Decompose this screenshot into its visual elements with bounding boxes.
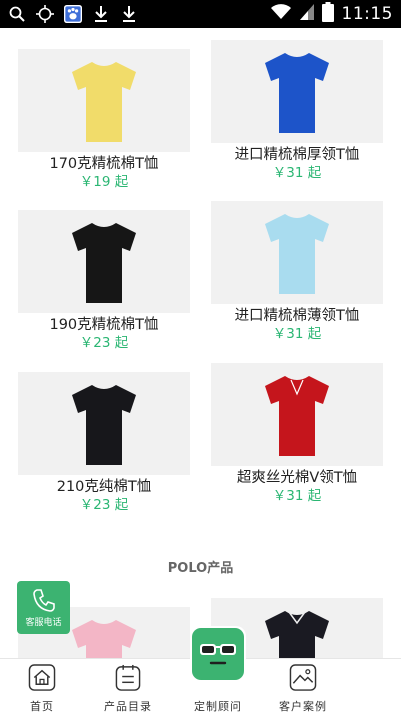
product-name[interactable]: 超爽丝光棉V领T恤 — [211, 469, 383, 487]
paw-app-icon — [64, 5, 82, 23]
product-price: ￥23 起 — [79, 335, 129, 351]
tshirt-icon — [265, 375, 329, 456]
polo-shirt-icon — [72, 619, 136, 658]
product-image[interactable] — [18, 210, 190, 313]
product-price: ￥31 起 — [272, 326, 322, 342]
section-title: POLO产品 — [167, 561, 234, 576]
catalog-icon — [115, 664, 141, 691]
product-card[interactable]: 210克纯棉T恤 ￥23 起 — [18, 372, 190, 514]
nav-cases-label: 客户案例 — [279, 700, 327, 713]
download-icon — [120, 5, 138, 23]
product-card[interactable]: 进口精梳棉薄领T恤 ￥31 起 — [211, 201, 383, 343]
product-price: ￥31 起 — [272, 488, 322, 504]
tshirt-icon — [72, 61, 136, 142]
home-icon — [28, 664, 56, 691]
product-name[interactable]: 210克纯棉T恤 — [18, 478, 190, 496]
product-price: ￥23 起 — [79, 497, 129, 513]
picture-icon — [289, 664, 317, 691]
nav-consultant-label: 定制顾问 — [194, 700, 242, 713]
product-price: ￥31 起 — [272, 165, 322, 181]
phone-icon — [32, 589, 55, 612]
product-name[interactable]: 进口精梳棉薄领T恤 — [211, 307, 383, 325]
download-icon — [92, 5, 110, 23]
product-price: ￥19 起 — [79, 174, 129, 190]
product-name[interactable]: 190克精梳棉T恤 — [18, 316, 190, 334]
search-icon — [8, 5, 26, 23]
status-clock: 11:15 — [341, 4, 393, 24]
product-card[interactable]: 170克精梳棉T恤 ￥19 起 — [18, 49, 190, 191]
signal-icon — [299, 4, 314, 24]
product-image[interactable] — [211, 363, 383, 466]
nav-cases[interactable]: 客户案例 — [263, 659, 343, 714]
battery-icon — [321, 2, 334, 26]
wifi-icon — [270, 4, 292, 24]
gps-icon — [36, 5, 54, 23]
product-card[interactable]: 190克精梳棉T恤 ￥23 起 — [18, 210, 190, 352]
status-bar: 11:15 — [0, 0, 401, 28]
product-image[interactable] — [18, 372, 190, 475]
product-card[interactable]: 进口精梳棉厚领T恤 ￥31 起 — [211, 40, 383, 182]
nav-catalog-label: 产品目录 — [104, 700, 152, 713]
product-image[interactable] — [211, 40, 383, 143]
customer-service-label: 客服电话 — [25, 618, 62, 628]
nav-home-label: 首页 — [30, 700, 54, 713]
nav-home[interactable]: 首页 — [2, 659, 82, 714]
tshirt-icon — [72, 384, 136, 465]
product-image[interactable] — [18, 49, 190, 152]
product-image[interactable] — [211, 201, 383, 304]
custom-consultant-button[interactable] — [190, 626, 246, 682]
customer-service-phone-button[interactable]: 客服电话 — [17, 581, 70, 634]
tshirt-icon — [72, 222, 136, 303]
polo-shirt-icon — [265, 610, 329, 658]
tshirt-icon — [265, 213, 329, 294]
product-card[interactable]: 超爽丝光棉V领T恤 ￥31 起 — [211, 363, 383, 505]
nav-catalog[interactable]: 产品目录 — [88, 659, 168, 714]
product-name[interactable]: 进口精梳棉厚领T恤 — [211, 146, 383, 164]
product-name[interactable]: 170克精梳棉T恤 — [18, 155, 190, 173]
sunglasses-face-icon — [200, 644, 236, 665]
tshirt-icon — [265, 52, 329, 133]
product-list: 170克精梳棉T恤 ￥19 起 进口精梳棉厚领T恤 ￥31 起 190克精梳棉T… — [0, 28, 401, 658]
